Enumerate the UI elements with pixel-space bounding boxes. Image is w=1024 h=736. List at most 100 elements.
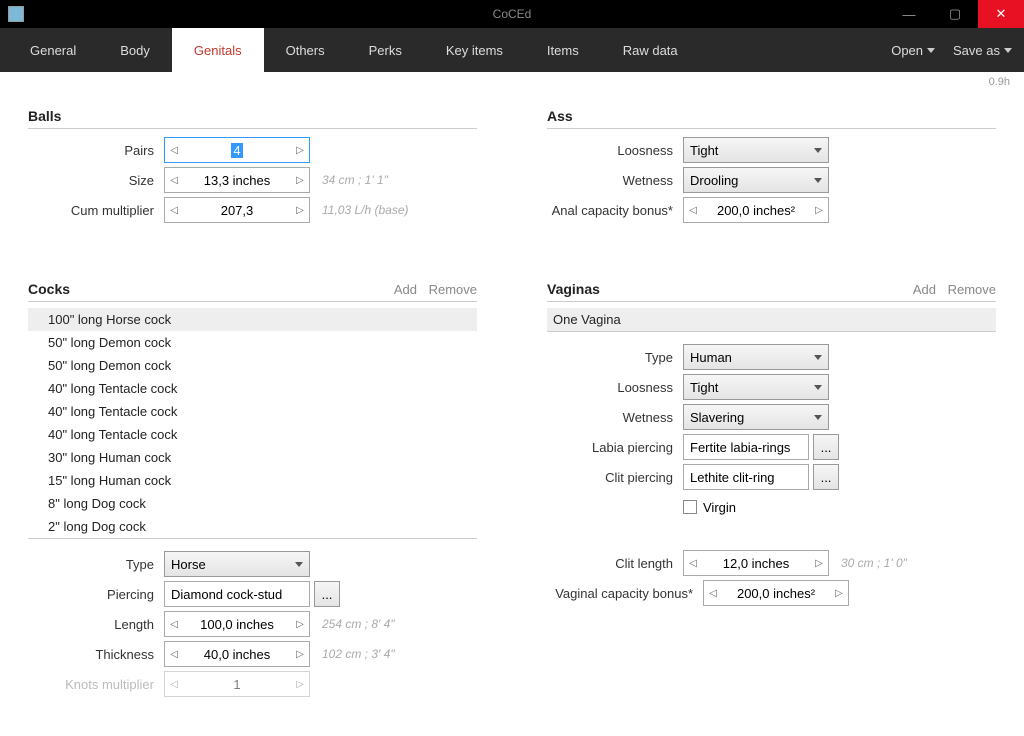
size-hint: 34 cm ; 1' 1" xyxy=(322,173,388,187)
clitlen-value: 12,0 inches xyxy=(702,551,810,575)
cock-len-label: Length xyxy=(28,617,164,632)
open-label: Open xyxy=(891,43,923,58)
chevron-down-icon xyxy=(927,48,935,53)
vag-cap-input[interactable]: ◁ 200,0 inches² ▷ xyxy=(703,580,849,606)
vag-wet-label: Wetness xyxy=(547,410,683,425)
ass-cap-input[interactable]: ◁ 200,0 inches² ▷ xyxy=(683,197,829,223)
vag-type-value: Human xyxy=(690,350,732,365)
list-item[interactable]: 40" long Tentacle cock xyxy=(28,423,477,446)
cock-type-select[interactable]: Horse xyxy=(164,551,310,577)
cock-thk-hint: 102 cm ; 3' 4" xyxy=(322,647,395,661)
list-item[interactable]: 50" long Demon cock xyxy=(28,354,477,377)
cocks-remove[interactable]: Remove xyxy=(429,282,477,297)
vag-loos-select[interactable]: Tight xyxy=(683,374,829,400)
minimize-button[interactable]: — xyxy=(886,0,932,28)
knot-label: Knots multiplier xyxy=(28,677,164,692)
labia-label: Labia piercing xyxy=(547,440,683,455)
section-balls: Balls xyxy=(28,82,477,129)
cock-pierce-more[interactable]: ... xyxy=(314,581,340,607)
vag-cap-value: 200,0 inches² xyxy=(722,581,830,605)
cock-len-hint: 254 cm ; 8' 4" xyxy=(322,617,395,631)
list-item[interactable]: 40" long Tentacle cock xyxy=(28,377,477,400)
list-item[interactable]: One Vagina xyxy=(547,308,996,331)
knot-input: ◁ 1 ▷ xyxy=(164,671,310,697)
list-item[interactable]: 100" long Horse cock xyxy=(28,308,477,331)
vaginas-add[interactable]: Add xyxy=(913,282,936,297)
cock-len-input[interactable]: ◁ 100,0 inches ▷ xyxy=(164,611,310,637)
ass-wet-label: Wetness xyxy=(547,173,683,188)
vag-wet-value: Slavering xyxy=(690,410,744,425)
increase-icon: ▷ xyxy=(291,672,309,696)
ass-loos-select[interactable]: Tight xyxy=(683,137,829,163)
vag-cap-label: Vaginal capacity bonus* xyxy=(547,586,703,601)
decrease-icon[interactable]: ◁ xyxy=(684,198,702,222)
list-item[interactable]: 50" long Demon cock xyxy=(28,331,477,354)
vaginas-remove[interactable]: Remove xyxy=(948,282,996,297)
chevron-down-icon xyxy=(814,415,822,420)
decrease-icon[interactable]: ◁ xyxy=(165,612,183,636)
increase-icon[interactable]: ▷ xyxy=(291,612,309,636)
chevron-down-icon xyxy=(814,148,822,153)
increase-icon[interactable]: ▷ xyxy=(291,138,309,162)
tab-rawdata[interactable]: Raw data xyxy=(601,28,700,72)
increase-icon[interactable]: ▷ xyxy=(291,642,309,666)
tab-keyitems[interactable]: Key items xyxy=(424,28,525,72)
decrease-icon[interactable]: ◁ xyxy=(165,642,183,666)
close-button[interactable]: ✕ xyxy=(978,0,1024,28)
labia-more[interactable]: ... xyxy=(813,434,839,460)
pairs-input[interactable]: ◁ 4 ▷ xyxy=(164,137,310,163)
saveas-menu[interactable]: Save as xyxy=(953,43,1012,58)
list-item[interactable]: 2" long Dog cock xyxy=(28,515,477,538)
titlebar: CoCEd — ▢ ✕ xyxy=(0,0,1024,28)
tab-general[interactable]: General xyxy=(8,28,98,72)
vag-wet-select[interactable]: Slavering xyxy=(683,404,829,430)
list-item[interactable]: 40" long Tentacle cock xyxy=(28,400,477,423)
maximize-button[interactable]: ▢ xyxy=(932,0,978,28)
list-item[interactable]: 8" long Dog cock xyxy=(28,492,477,515)
tab-items[interactable]: Items xyxy=(525,28,601,72)
increase-icon[interactable]: ▷ xyxy=(810,198,828,222)
decrease-icon[interactable]: ◁ xyxy=(165,198,183,222)
decrease-icon[interactable]: ◁ xyxy=(684,551,702,575)
increase-icon[interactable]: ▷ xyxy=(291,168,309,192)
increase-icon[interactable]: ▷ xyxy=(291,198,309,222)
decrease-icon[interactable]: ◁ xyxy=(165,138,183,162)
window-title: CoCEd xyxy=(493,7,532,21)
tab-perks[interactable]: Perks xyxy=(347,28,424,72)
cock-type-label: Type xyxy=(28,557,164,572)
cum-input[interactable]: ◁ 207,3 ▷ xyxy=(164,197,310,223)
cock-pierce-input[interactable]: Diamond cock-stud xyxy=(164,581,310,607)
increase-icon[interactable]: ▷ xyxy=(830,581,848,605)
clit-input[interactable]: Lethite clit-ring xyxy=(683,464,809,490)
clitlen-input[interactable]: ◁ 12,0 inches ▷ xyxy=(683,550,829,576)
open-menu[interactable]: Open xyxy=(891,43,935,58)
ass-wet-value: Drooling xyxy=(690,173,738,188)
cock-thk-value: 40,0 inches xyxy=(183,642,291,666)
virgin-checkbox[interactable] xyxy=(683,500,697,514)
cock-pierce-label: Piercing xyxy=(28,587,164,602)
vaginas-list: One Vagina xyxy=(547,308,996,332)
chevron-down-icon xyxy=(814,355,822,360)
saveas-label: Save as xyxy=(953,43,1000,58)
content: 0.9h Balls Pairs ◁ 4 ▷ Size xyxy=(0,72,1024,736)
ass-wet-select[interactable]: Drooling xyxy=(683,167,829,193)
ass-loos-value: Tight xyxy=(690,143,718,158)
labia-input[interactable]: Fertite labia-rings xyxy=(683,434,809,460)
tab-others[interactable]: Others xyxy=(264,28,347,72)
cock-thk-input[interactable]: ◁ 40,0 inches ▷ xyxy=(164,641,310,667)
size-input[interactable]: ◁ 13,3 inches ▷ xyxy=(164,167,310,193)
decrease-icon[interactable]: ◁ xyxy=(704,581,722,605)
list-item[interactable]: 15" long Human cock xyxy=(28,469,477,492)
decrease-icon[interactable]: ◁ xyxy=(165,168,183,192)
pairs-value: 4 xyxy=(231,143,242,158)
cocks-add[interactable]: Add xyxy=(394,282,417,297)
list-item[interactable]: 30" long Human cock xyxy=(28,446,477,469)
clit-more[interactable]: ... xyxy=(813,464,839,490)
vag-type-select[interactable]: Human xyxy=(683,344,829,370)
tab-genitals[interactable]: Genitals xyxy=(172,28,264,72)
tab-body[interactable]: Body xyxy=(98,28,172,72)
tabs: General Body Genitals Others Perks Key i… xyxy=(8,28,700,72)
cock-len-value: 100,0 inches xyxy=(183,612,291,636)
chevron-down-icon xyxy=(1004,48,1012,53)
increase-icon[interactable]: ▷ xyxy=(810,551,828,575)
